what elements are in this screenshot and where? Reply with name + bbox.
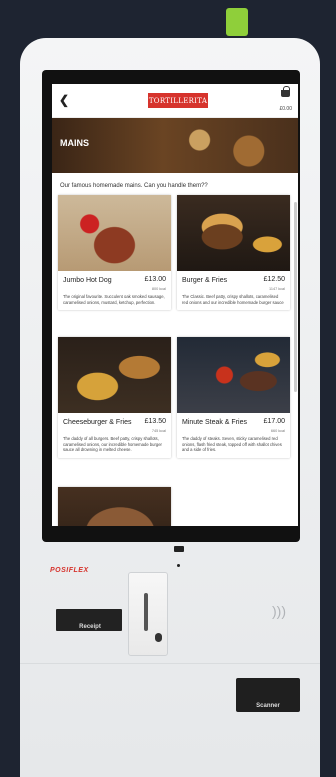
menu-item-description: The daddy of all burgers. Beef patty, cr… [63, 436, 162, 452]
card-slot [144, 593, 148, 631]
back-icon[interactable]: ❮ [59, 93, 69, 107]
menu-item-image [58, 337, 171, 413]
menu-item-card[interactable]: Jumbo Hot Dog £13.00 800 kcal The origin… [58, 195, 171, 310]
top-bar: ❮ TORTILLERITA £0.00 [52, 84, 298, 118]
camera [174, 546, 184, 552]
menu-item-image [58, 487, 171, 526]
menu-item-image [177, 337, 290, 413]
menu-item-name: Minute Steak & Fries [182, 419, 247, 426]
menu-item-price: £13.50 [144, 418, 166, 425]
menu-item-card[interactable] [58, 487, 171, 526]
menu-item-price: £13.00 [144, 276, 166, 283]
sensor-dot [177, 564, 180, 567]
menu-item-price: £17.00 [263, 418, 285, 425]
menu-item-image [177, 195, 290, 271]
menu-item-name: Jumbo Hot Dog [63, 277, 112, 284]
menu-item-name: Burger & Fries [182, 277, 228, 284]
kiosk-screen: ❮ TORTILLERITA £0.00 MAINS Our famous ho… [52, 84, 298, 526]
menu-item-card[interactable]: Minute Steak & Fries £17.00 660 kcal The… [177, 337, 290, 458]
status-led [226, 8, 248, 36]
panel-divider [20, 663, 320, 664]
scanner-label: Scanner [256, 703, 280, 709]
category-intro: Our famous homemade mains. Can you handl… [60, 183, 208, 189]
brand-logo: TORTILLERITA [148, 93, 208, 108]
menu-item-card[interactable]: Burger & Fries £12.50 1147 kcal The Clas… [177, 195, 290, 310]
reader-button [155, 633, 162, 642]
scrollbar[interactable] [294, 202, 297, 392]
category-hero: MAINS [52, 118, 298, 173]
category-title: MAINS [60, 138, 89, 148]
menu-item-card[interactable]: Cheeseburger & Fries £13.50 745 kcal The… [58, 337, 171, 458]
menu-item-description: The Classic. Beef patty, crispy shallots… [182, 294, 284, 305]
basket-button[interactable]: £0.00 [279, 86, 292, 115]
menu-item-description: The original favourite. Succulent oak sm… [63, 294, 165, 305]
menu-item-name: Cheeseburger & Fries [63, 419, 132, 426]
menu-item-description: The daddy of steaks. Seven, sticky caram… [182, 436, 282, 452]
basket-icon [281, 86, 291, 97]
menu-item-price: £12.50 [263, 276, 285, 283]
device-brand: POSIFLEX [50, 567, 89, 574]
menu-item-image [58, 195, 171, 271]
card-reader[interactable] [128, 572, 168, 656]
contactless-icon: ))) [272, 603, 286, 619]
receipt-label: Receipt [79, 624, 101, 630]
basket-total: £0.00 [279, 106, 292, 112]
